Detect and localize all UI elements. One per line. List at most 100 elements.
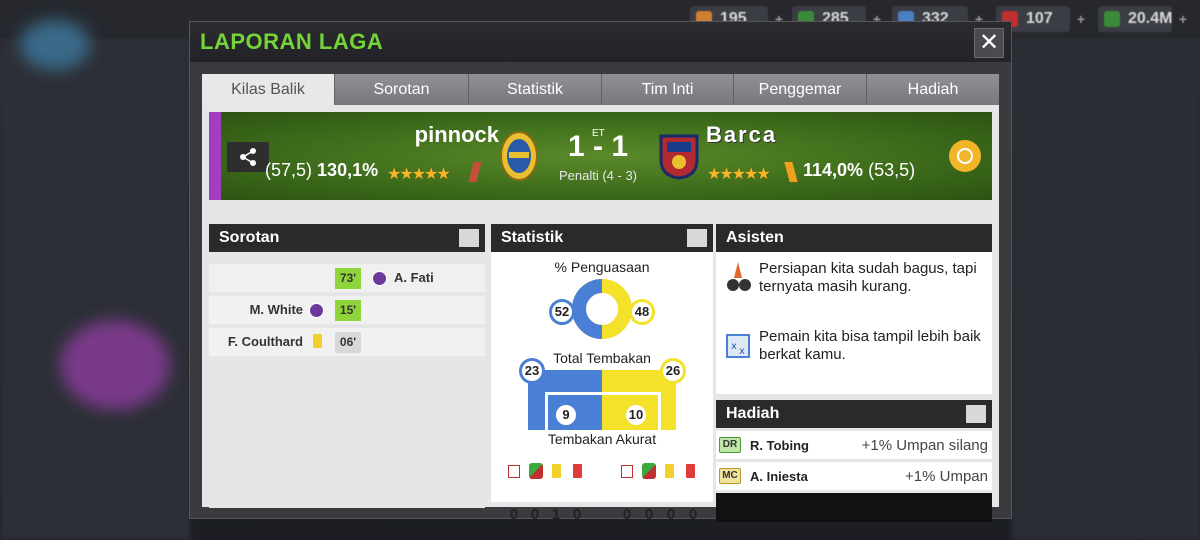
reward-row: MC A. Iniesta +1% Umpan [716,462,992,490]
home-trend-icon [468,162,482,182]
share-icon [240,148,256,166]
away-stars: ★★★★★ [707,166,771,183]
shots-home: 23 [519,358,545,384]
highlights-header: Sorotan [209,224,485,252]
highlight-row: 73' A. Fati [209,264,485,292]
weather-sunny-icon[interactable] [949,140,981,172]
modal-title: LAPORAN LAGA [200,29,384,54]
tab-tim-inti[interactable]: Tim Inti [602,74,734,105]
yellow-card-icon [665,464,674,478]
shots-away: 26 [660,358,686,384]
position-badge: MC [719,468,741,484]
background-blob [60,320,170,410]
minute-badge: 15' [335,300,361,321]
on-target-home: 9 [553,402,579,428]
tab-content: pinnock (57,5) 130,1% ★★★★★ 1 - 1 ET Pen… [202,105,999,523]
home-team-name: pinnock [414,122,499,147]
close-button[interactable]: ✕ [974,28,1004,58]
match-report-modal: LAPORAN LAGA ✕ Kilas Balik Sorotan Stati… [189,21,1012,523]
home-injury-count: 0 [509,506,519,523]
penalty-score: Penalti (4 - 3) [558,168,638,183]
red-card-icon [686,464,695,478]
injury-icon [508,465,520,478]
rewards-header: Hadiah [716,400,992,428]
expand-icon[interactable] [459,229,479,247]
possession-label: % Penguasaan [554,259,650,275]
svg-text:x: x [739,346,745,357]
substitution-icon [642,463,656,479]
home-sub-count: 0 [530,506,540,523]
tab-statistik[interactable]: Statistik [469,74,602,105]
background-right-panel [1012,40,1200,540]
plus-icon[interactable]: + [1174,6,1192,32]
highlight-player: F. Coulthard [227,334,303,349]
background-blob [20,20,90,70]
away-yellow-count: 0 [666,506,676,523]
svg-text:x: x [731,341,737,352]
away-rating: 114,0% (53,5) [803,160,916,180]
away-crest-icon [659,134,699,180]
away-trend-icon [784,162,798,182]
minute-badge: 06' [335,332,361,353]
away-red-count: 0 [688,506,698,523]
on-target-label: Tembakan Akurat [547,431,657,447]
possession-donut [572,279,632,339]
highlight-row: F. Coulthard 06' [209,328,485,356]
tab-hadiah[interactable]: Hadiah [867,74,999,105]
reward-player: A. Iniesta [750,469,808,484]
money-icon [1104,11,1120,27]
modal-header: LAPORAN LAGA ✕ [190,22,1011,62]
stats-header: Statistik [491,224,713,252]
injury-icon [621,465,633,478]
score-banner: pinnock (57,5) 130,1% ★★★★★ 1 - 1 ET Pen… [209,112,992,200]
tab-sorotan[interactable]: Sorotan [335,74,469,105]
away-team-name: Barca [706,122,778,147]
highlights-body: 73' A. Fati M. White 15' F. Coulthard 06… [209,252,485,508]
reward-player: R. Tobing [750,438,809,453]
ball-icon [309,303,324,318]
reward-value: +1% Umpan silang [861,437,988,454]
home-stars: ★★★★★ [387,166,451,183]
home-rating: (57,5) 130,1% [265,160,379,180]
home-crest-icon [500,131,538,181]
resource-budget[interactable]: 20.4M + [1098,6,1187,32]
away-sub-count: 0 [644,506,654,523]
background-left-panel [0,40,190,540]
yellow-card-icon [552,464,561,478]
home-red-count: 0 [572,506,582,523]
possession-home: 52 [549,299,575,325]
away-injury-count: 0 [622,506,632,523]
highlight-player: M. White [249,302,303,317]
expand-icon[interactable] [966,405,986,423]
highlight-row: M. White 15' [209,296,485,324]
assistant-body: Persiapan kita sudah bagus, tapi ternyat… [716,252,992,394]
home-yellow-count: 1 [551,506,561,523]
team-color-stripe [209,112,221,200]
assistant-message: Persiapan kita sudah bagus, tapi ternyat… [759,260,977,295]
highlight-player: A. Fati [394,270,434,285]
stats-body: % Penguasaan 52 48 Total Tembakan 23 26 … [491,252,713,502]
tab-bar: Kilas Balik Sorotan Statistik Tim Inti P… [202,74,999,106]
training-icon [727,262,751,291]
assistant-header: Asisten [716,224,992,252]
red-card-icon [573,464,582,478]
on-target-away: 10 [623,402,649,428]
assistant-message: Pemain kita bisa tampil lebih baik berka… [759,328,981,363]
rewards-body: DR R. Tobing +1% Umpan silang MC A. Inie… [716,428,992,493]
tactics-board-icon: x x [726,334,750,358]
reward-row: DR R. Tobing +1% Umpan silang [716,431,992,459]
yellow-card-icon [313,334,322,348]
substitution-icon [529,463,543,479]
extra-time-label: ET [592,128,605,139]
share-button[interactable] [227,142,269,172]
ball-icon [372,271,387,286]
plus-icon[interactable]: + [1072,6,1090,32]
tab-kilas-balik[interactable]: Kilas Balik [202,74,335,106]
tab-penggemar[interactable]: Penggemar [734,74,867,105]
position-badge: DR [719,437,741,453]
rewards-footer [716,493,992,522]
possession-away: 48 [629,299,655,325]
reward-value: +1% Umpan [905,468,988,485]
minute-badge: 73' [335,268,361,289]
expand-icon[interactable] [687,229,707,247]
